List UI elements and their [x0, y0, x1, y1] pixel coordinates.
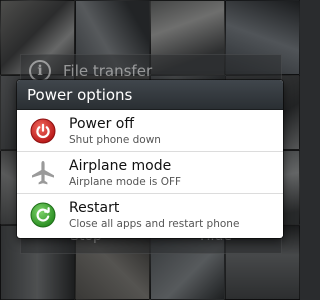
info-icon: i: [29, 60, 51, 82]
dialog-header: Power options: [17, 80, 283, 110]
power-off-option[interactable]: Power off Shut phone down: [17, 110, 283, 152]
dialog-title: Power options: [27, 85, 133, 104]
airplane-mode-option[interactable]: Airplane mode Airplane mode is OFF: [17, 152, 283, 194]
airplane-icon: [17, 152, 69, 194]
restart-icon: [17, 194, 69, 236]
restart-option[interactable]: Restart Close all apps and restart phone: [17, 194, 283, 236]
restart-description: Close all apps and restart phone: [69, 218, 240, 230]
power-off-label: Power off: [69, 115, 134, 132]
power-icon: [17, 110, 69, 152]
airplane-mode-label: Airplane mode: [69, 157, 172, 174]
power-off-description: Shut phone down: [69, 133, 161, 146]
file-transfer-title: File transfer: [63, 62, 153, 80]
power-options-dialog: Power options Power off Shut phone down: [17, 80, 283, 238]
restart-label: Restart: [69, 200, 120, 216]
airplane-mode-description: Airplane mode is OFF: [69, 175, 182, 188]
